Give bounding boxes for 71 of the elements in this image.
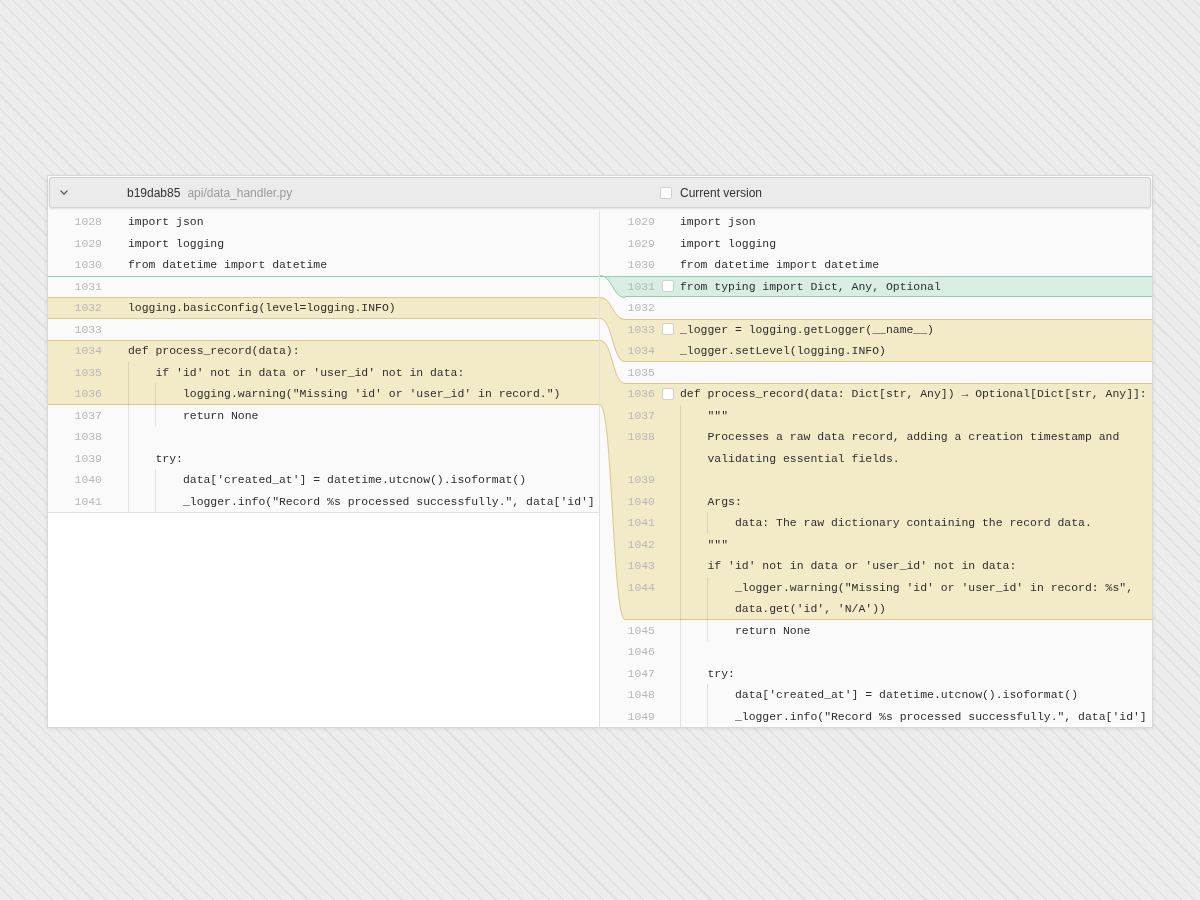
line-number: 1036 — [73, 386, 102, 402]
line-checkbox[interactable] — [662, 387, 674, 400]
code-text: import logging — [128, 236, 225, 250]
code-text: Args: — [707, 494, 742, 508]
line-number: 1049 — [626, 708, 655, 725]
code-text: from typing import Dict, Any, Optional — [680, 279, 941, 293]
line-number: 1034 — [73, 343, 102, 359]
code-text: _logger = logging.getLogger(__name__) — [680, 322, 934, 336]
line-number: 1030 — [73, 257, 102, 273]
line-number: 1045 — [626, 622, 655, 639]
line-number: 1039 — [626, 472, 655, 488]
line-number: 1042 — [626, 536, 655, 553]
line-checkbox[interactable] — [662, 323, 674, 336]
line-number: 1044 — [626, 579, 655, 596]
code-text: from datetime import datetime — [680, 258, 880, 271]
line-number: 1035 — [73, 364, 102, 381]
line-number: 1032 — [626, 300, 655, 316]
code-text: data: The raw dictionary containing the record data. — [734, 516, 1092, 529]
checkbox-label: Current version — [680, 185, 763, 200]
line-number: 1029 — [626, 235, 655, 252]
line-number: 1036 — [626, 386, 655, 402]
code-text: if 'id' not in data or 'user_id' not in data: — [155, 365, 465, 379]
line-number: 1039 — [73, 450, 102, 467]
code-text: def process_record(data: Dict[str, Any]) → Optional[Dict[str, Any]]: — [680, 387, 1147, 400]
line-number: 1041 — [626, 515, 655, 531]
code-text: try: — [155, 451, 183, 465]
code-text: data['created_at'] = datetime.utcnow().isoformat() — [182, 473, 527, 486]
line-number: 1046 — [626, 644, 655, 660]
code-text: import json — [680, 215, 756, 228]
code-text: if 'id' not in data or 'user_id' not in data: — [707, 559, 1017, 572]
line-number: 1028 — [73, 214, 102, 230]
code-text: import logging — [680, 236, 777, 250]
code-text: _logger.info("Record %s processed successfully.", data['id'] — [734, 709, 1147, 723]
code-text: """ — [707, 537, 729, 551]
line-number: 1031 — [73, 278, 102, 295]
line-number: 1047 — [626, 665, 655, 682]
file-path: api/data_handler.py — [187, 185, 293, 200]
line-number: 1037 — [626, 407, 655, 424]
code-text: _logger.setLevel(logging.INFO) — [680, 344, 886, 357]
code-text: return None — [734, 623, 811, 637]
line-number: 1040 — [73, 472, 102, 488]
line-number: 1030 — [626, 257, 655, 273]
code-text: _logger.warning("Missing 'id' or 'user_id' in record: %s", data.get('id', 'N/A')) — [734, 580, 1134, 615]
code-text: Processes a raw data record, adding a creation timestamp and validating essential fields. — [707, 430, 1121, 465]
line-number: 1038 — [73, 429, 102, 445]
code-text: _logger.info("Record %s processed successfully.", data['id'] — [182, 494, 595, 508]
line-number: 1032 — [73, 300, 102, 316]
line-checkbox[interactable] — [662, 280, 674, 293]
code-text: """ — [707, 408, 729, 422]
commit-hash: b19dab85 — [127, 185, 181, 200]
code-text: logging.basicConfig(level=logging.INFO) — [128, 301, 396, 314]
line-number: 1034 — [626, 343, 655, 359]
line-number: 1033 — [73, 321, 102, 338]
code-text: data['created_at'] = datetime.utcnow().isoformat() — [734, 688, 1079, 701]
code-text: return None — [182, 408, 259, 422]
code-text: import json — [128, 215, 204, 228]
code-text: logging.warning("Missing 'id' or 'user_id' in record.") — [182, 387, 561, 400]
line-number: 1040 — [626, 493, 655, 510]
code-text: def process_record(data): — [128, 344, 300, 357]
line-number: 1035 — [626, 364, 655, 381]
code-text: try: — [707, 666, 735, 680]
line-number: 1029 — [626, 214, 655, 230]
checkbox[interactable] — [660, 186, 672, 199]
line-number: 1037 — [73, 407, 102, 424]
code-text: from datetime import datetime — [128, 258, 328, 271]
line-number: 1033 — [626, 321, 655, 338]
line-number: 1041 — [73, 493, 102, 510]
line-number: 1038 — [626, 429, 655, 445]
line-number: 1029 — [73, 235, 102, 252]
line-number: 1048 — [626, 687, 655, 703]
line-number: 1043 — [626, 558, 655, 574]
